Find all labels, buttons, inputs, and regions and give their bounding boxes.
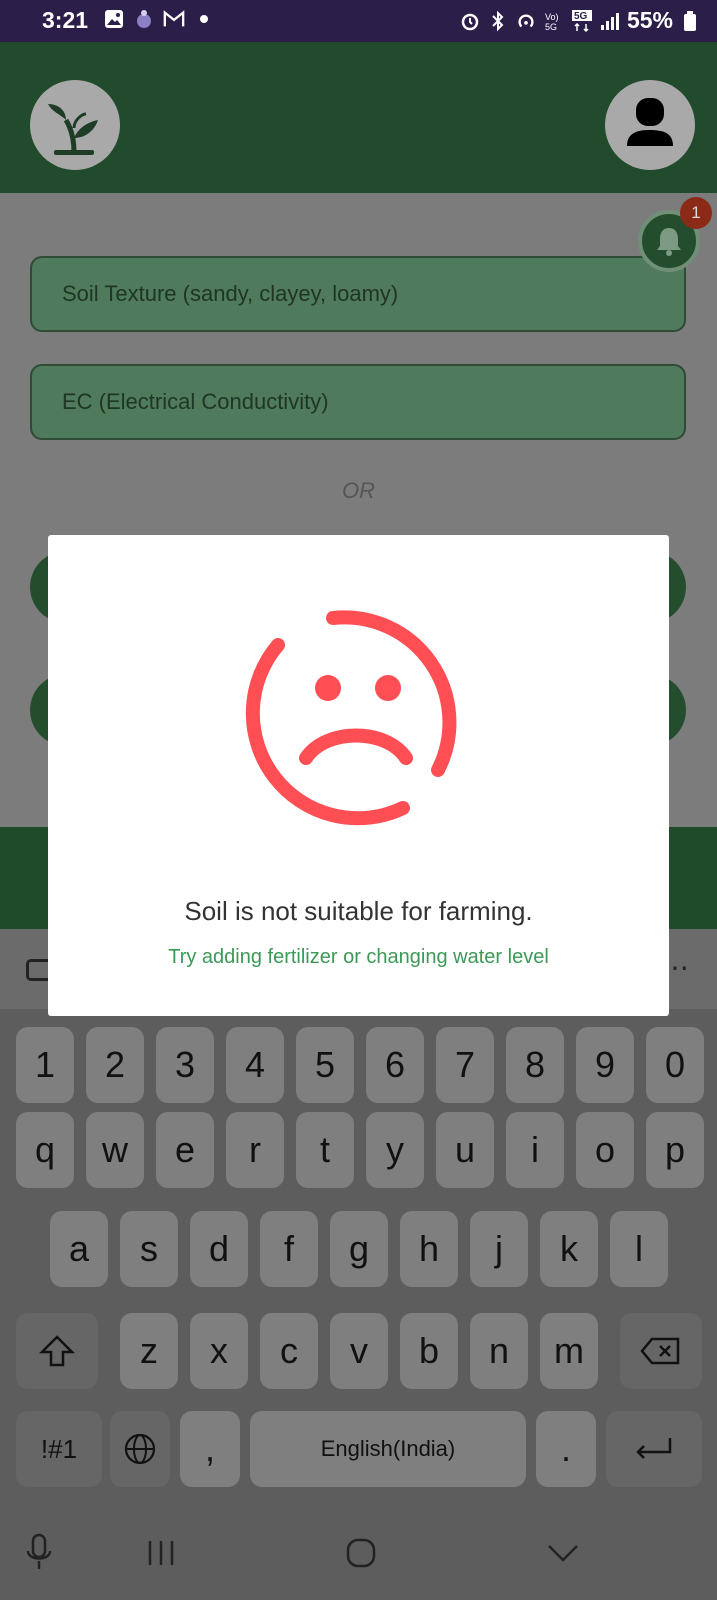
key-y[interactable]: y (366, 1112, 424, 1188)
key-m[interactable]: m (540, 1313, 598, 1389)
svg-text:5G: 5G (574, 11, 588, 22)
status-time: 3:21 (42, 7, 89, 33)
key-1[interactable]: 1 (16, 1027, 74, 1103)
comma-key[interactable]: , (180, 1411, 240, 1487)
status-bar: 3:21 Vo) 5G 5G 55% (0, 0, 717, 42)
enter-icon (636, 1438, 672, 1459)
soil-texture-input[interactable]: Soil Texture (sandy, clayey, loamy) (30, 256, 686, 332)
volte-icon: Vo) 5G (543, 10, 565, 32)
user-avatar-icon (627, 98, 673, 146)
profile-button[interactable] (605, 80, 695, 170)
key-w[interactable]: w (86, 1112, 144, 1188)
key-0[interactable]: 0 (646, 1027, 704, 1103)
battery-icon (679, 10, 701, 32)
key-k[interactable]: k (540, 1211, 598, 1287)
key-j[interactable]: j (470, 1211, 528, 1287)
key-o[interactable]: o (576, 1112, 634, 1188)
key-f[interactable]: f (260, 1211, 318, 1287)
key-l[interactable]: l (610, 1211, 668, 1287)
period-key[interactable]: . (536, 1411, 596, 1487)
home-icon[interactable] (345, 1537, 377, 1569)
key-5[interactable]: 5 (296, 1027, 354, 1103)
hide-keyboard-icon[interactable] (546, 1543, 580, 1563)
key-t[interactable]: t (296, 1112, 354, 1188)
key-e[interactable]: e (156, 1112, 214, 1188)
alarm-icon (459, 10, 481, 32)
key-v[interactable]: v (330, 1313, 388, 1389)
result-suggestion: Try adding fertilizer or changing water … (168, 946, 549, 968)
key-8[interactable]: 8 (506, 1027, 564, 1103)
key-p[interactable]: p (646, 1112, 704, 1188)
key-7[interactable]: 7 (436, 1027, 494, 1103)
key-n[interactable]: n (470, 1313, 528, 1389)
key-r[interactable]: r (226, 1112, 284, 1188)
key-a[interactable]: a (50, 1211, 108, 1287)
key-3[interactable]: 3 (156, 1027, 214, 1103)
space-key[interactable]: English(India) (250, 1411, 526, 1487)
gallery-icon (103, 8, 125, 30)
system-nav-bar (0, 1503, 717, 1600)
key-x[interactable]: x (190, 1313, 248, 1389)
key-g[interactable]: g (330, 1211, 388, 1287)
status-right-icons: Vo) 5G 5G 55% (459, 7, 701, 34)
key-c[interactable]: c (260, 1313, 318, 1389)
app-header (0, 42, 717, 193)
enter-key[interactable] (606, 1411, 702, 1487)
result-dialog: Soil is not suitable for farming. Try ad… (48, 535, 669, 1016)
key-d[interactable]: d (190, 1211, 248, 1287)
key-h[interactable]: h (400, 1211, 458, 1287)
key-i[interactable]: i (506, 1112, 564, 1188)
bluetooth-icon (487, 10, 509, 32)
keyboard: !#1 , English(India) . 1234567890 qwertyu… (0, 1009, 717, 1503)
backspace-icon (640, 1337, 680, 1365)
key-b[interactable]: b (400, 1313, 458, 1389)
soil-texture-placeholder: Soil Texture (sandy, clayey, loamy) (62, 281, 399, 306)
key-2[interactable]: 2 (86, 1027, 144, 1103)
or-divider: OR (342, 478, 375, 503)
notification-badge: 1 (680, 197, 712, 229)
language-key[interactable] (110, 1411, 170, 1487)
plant-sprout-icon (48, 104, 98, 155)
backspace-key[interactable] (620, 1313, 702, 1389)
svg-text:5G: 5G (545, 22, 557, 32)
status-left-icons (103, 8, 215, 30)
5g-icon: 5G (571, 9, 593, 32)
ec-input[interactable]: EC (Electrical Conductivity) (30, 364, 686, 440)
key-s[interactable]: s (120, 1211, 178, 1287)
recent-apps-icon[interactable] (146, 1539, 176, 1567)
bug-icon (133, 8, 155, 30)
app-logo[interactable] (30, 80, 120, 170)
key-u[interactable]: u (436, 1112, 494, 1188)
key-9[interactable]: 9 (576, 1027, 634, 1103)
signal-icon (599, 10, 621, 32)
result-message: Soil is not suitable for farming. (184, 896, 533, 926)
bell-icon (657, 228, 681, 256)
key-6[interactable]: 6 (366, 1027, 424, 1103)
sad-face-icon (245, 610, 457, 826)
hotspot-icon (515, 10, 537, 32)
key-q[interactable]: q (16, 1112, 74, 1188)
gmail-icon (163, 8, 185, 30)
symbols-key[interactable]: !#1 (16, 1411, 102, 1487)
ec-placeholder: EC (Electrical Conductivity) (62, 389, 329, 414)
microphone-icon[interactable] (24, 1533, 54, 1573)
shift-key[interactable] (16, 1313, 98, 1389)
shift-icon (39, 1335, 75, 1367)
key-z[interactable]: z (120, 1313, 178, 1389)
key-4[interactable]: 4 (226, 1027, 284, 1103)
battery-percentage: 55% (626, 7, 673, 33)
svg-text:Vo): Vo) (545, 12, 559, 22)
globe-icon (124, 1433, 156, 1465)
dot-icon (193, 8, 215, 30)
